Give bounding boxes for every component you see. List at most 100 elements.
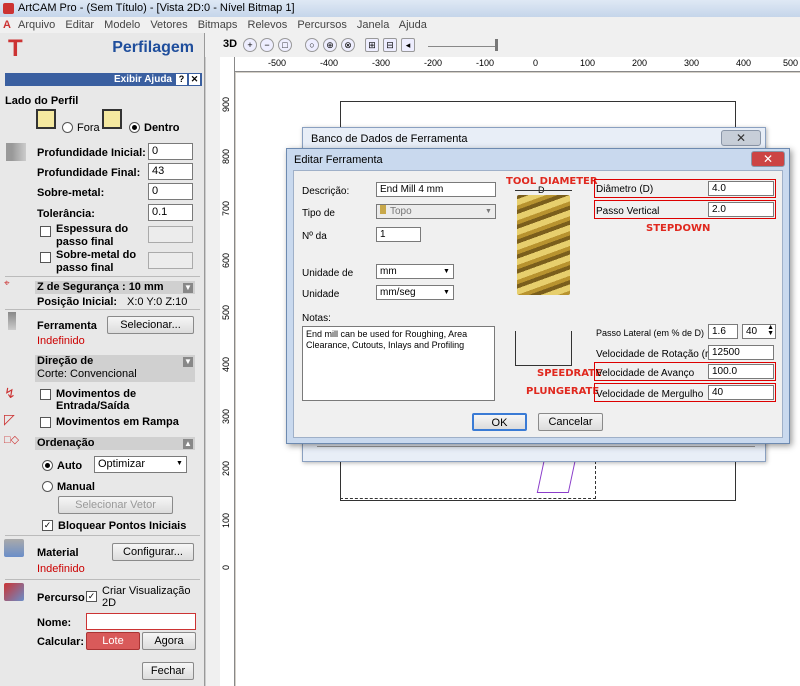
unidade-de-select[interactable]: mm ▼ — [376, 264, 454, 279]
mov-entrada-checkbox[interactable] — [40, 389, 51, 400]
ordenacao-select-value: Optimizar — [98, 458, 146, 470]
ok-button[interactable]: OK — [472, 413, 527, 431]
menu-vetores[interactable]: Vetores — [150, 19, 187, 31]
chevron-down-icon: ▼ — [176, 460, 183, 467]
end-mill-icon — [380, 205, 386, 214]
z-seguranca-bar[interactable]: Z de Segurança : 10 mm ▼ — [35, 281, 195, 294]
rotacao-input[interactable]: 12500 — [708, 345, 774, 360]
menu-editar[interactable]: Editar — [65, 19, 94, 31]
zoom-all-icon[interactable]: ⊗ — [341, 38, 355, 52]
snap-icon[interactable]: ⊞ — [365, 38, 379, 52]
zoom-fit-icon[interactable]: ⊕ — [323, 38, 337, 52]
menu-percursos[interactable]: Percursos — [297, 19, 347, 31]
espessura-input[interactable] — [148, 226, 193, 243]
menu-arquivo[interactable]: Arquivo — [18, 19, 55, 31]
chevron-down-icon[interactable]: ▼ — [183, 283, 193, 293]
prof-inicial-label: Profundidade Inicial: — [37, 147, 146, 159]
avanco-label: Velocidade de Avanço — [596, 368, 695, 379]
nome-input[interactable] — [86, 613, 196, 630]
edit-tool-body: Descrição: End Mill 4 mm Tipo de Topo ▼ … — [293, 170, 783, 438]
divider — [5, 309, 200, 310]
passo-lateral-pct-spinner[interactable]: 40 ▲ ▼ — [742, 324, 776, 339]
bloquear-label: Bloquear Pontos Iniciais — [58, 520, 187, 532]
manual-radio[interactable] — [42, 481, 53, 492]
menu-modelo[interactable]: Modelo — [104, 19, 140, 31]
menu-ajuda[interactable]: Ajuda — [399, 19, 427, 31]
ruler-tick: 700 — [221, 201, 231, 217]
tolerancia-input[interactable]: 0.1 — [148, 204, 193, 221]
chevron-up-icon[interactable]: ▲ — [183, 439, 193, 449]
diametro-input[interactable]: 4.0 — [708, 181, 774, 196]
selecionar-vetor-button[interactable]: Selecionar Vetor — [58, 496, 173, 514]
diameter-dimension-line — [515, 190, 572, 191]
ordenacao-select[interactable]: Optimizar ▼ — [94, 456, 187, 473]
view-3d-button[interactable]: 3D — [223, 38, 237, 50]
prof-final-input[interactable]: 43 — [148, 163, 193, 180]
material-status: Indefinido — [37, 563, 85, 575]
outside-profile-icon — [36, 109, 56, 129]
menu-relevos[interactable]: Relevos — [248, 19, 288, 31]
fechar-button[interactable]: Fechar — [142, 662, 194, 680]
view-slider-handle[interactable] — [495, 39, 498, 51]
back-icon[interactable]: ◂ — [401, 38, 415, 52]
prof-inicial-input[interactable]: 0 — [148, 143, 193, 160]
zoom-out-icon[interactable]: − — [260, 38, 274, 52]
dentro-radio[interactable] — [129, 122, 140, 133]
tolerancia-label: Tolerância: — [37, 208, 95, 220]
notas-textarea[interactable]: End mill can be used for Roughing, Area … — [302, 326, 495, 401]
agora-button[interactable]: Agora — [142, 632, 196, 650]
espessura-checkbox[interactable] — [40, 226, 51, 237]
criar-visualizacao-label-1: Criar Visualização — [102, 585, 191, 597]
close-icon[interactable]: ✕ — [751, 151, 785, 167]
fora-radio[interactable] — [62, 122, 73, 133]
auto-radio[interactable] — [42, 460, 53, 471]
mergulho-input[interactable]: 40 — [708, 385, 774, 400]
dialog-button-row — [317, 446, 755, 454]
view-toolbar: 3D + − □ ○ ⊕ ⊗ ⊞ ⊟ ◂ — [205, 33, 800, 57]
menu-bitmaps[interactable]: Bitmaps — [198, 19, 238, 31]
zoom-in-icon[interactable]: + — [243, 38, 257, 52]
descricao-label: Descrição: — [302, 186, 350, 197]
unidade-select[interactable]: mm/seg ▼ — [376, 285, 454, 300]
nda-input[interactable]: 1 — [376, 227, 421, 242]
help-close-button[interactable]: ✕ — [189, 74, 200, 85]
zoom-prev-icon[interactable]: ○ — [305, 38, 319, 52]
ordenacao-bar[interactable]: Ordenação ▲ — [35, 437, 195, 450]
sobre-metal-input[interactable]: 0 — [148, 183, 193, 200]
descricao-input[interactable]: End Mill 4 mm — [376, 182, 496, 197]
criar-visualizacao-checkbox[interactable]: ✓ — [86, 591, 97, 602]
panel-splitter[interactable] — [205, 57, 220, 686]
zoom-box-icon[interactable]: □ — [278, 38, 292, 52]
view-slider[interactable] — [428, 46, 498, 47]
lead-in-icon: ↯ — [4, 385, 16, 401]
selecionar-ferramenta-button[interactable]: Selecionar... — [107, 316, 194, 334]
bloquear-checkbox[interactable]: ✓ — [42, 520, 53, 531]
toolpath-icon — [4, 583, 24, 601]
spinner-arrows-icon[interactable]: ▲ ▼ — [767, 324, 774, 337]
sobremetal-final-checkbox[interactable] — [40, 252, 51, 263]
fora-label: Fora — [77, 122, 100, 134]
chevron-down-icon[interactable]: ▼ — [183, 357, 193, 367]
sobremetal-final-input[interactable] — [148, 252, 193, 269]
lote-button[interactable]: Lote — [86, 632, 140, 650]
passo-lateral-input[interactable]: 1.6 — [708, 324, 738, 339]
passo-vertical-input[interactable]: 2.0 — [708, 202, 774, 217]
cancelar-button[interactable]: Cancelar — [538, 413, 603, 431]
grid-icon[interactable]: ⊟ — [383, 38, 397, 52]
menu-janela[interactable]: Janela — [357, 19, 389, 31]
close-icon[interactable]: ✕ — [721, 130, 761, 146]
avanco-input[interactable]: 100.0 — [708, 364, 774, 379]
ferramenta-status: Indefinido — [37, 335, 85, 347]
tipo-select[interactable]: Topo ▼ — [376, 204, 496, 219]
window-title: ArtCAM Pro - (Sem Título) - [Vista 2D:0 … — [18, 2, 295, 14]
profiling-panel: T Perfilagem Exibir Ajuda ? ✕ Lado do Pe… — [0, 33, 205, 686]
help-question-button[interactable]: ? — [176, 74, 187, 85]
dentro-label: Dentro — [144, 122, 180, 134]
direcao-label-1: Direção de — [37, 355, 94, 367]
direcao-bar[interactable]: Direção de Corte: Convencional ▼ — [35, 355, 195, 382]
help-label[interactable]: Exibir Ajuda — [114, 74, 172, 85]
espessura-label-1: Espessura do — [56, 223, 129, 235]
ramp-icon: ◸ — [4, 411, 15, 427]
mov-rampa-checkbox[interactable] — [40, 417, 51, 428]
configurar-button[interactable]: Configurar... — [112, 543, 194, 561]
